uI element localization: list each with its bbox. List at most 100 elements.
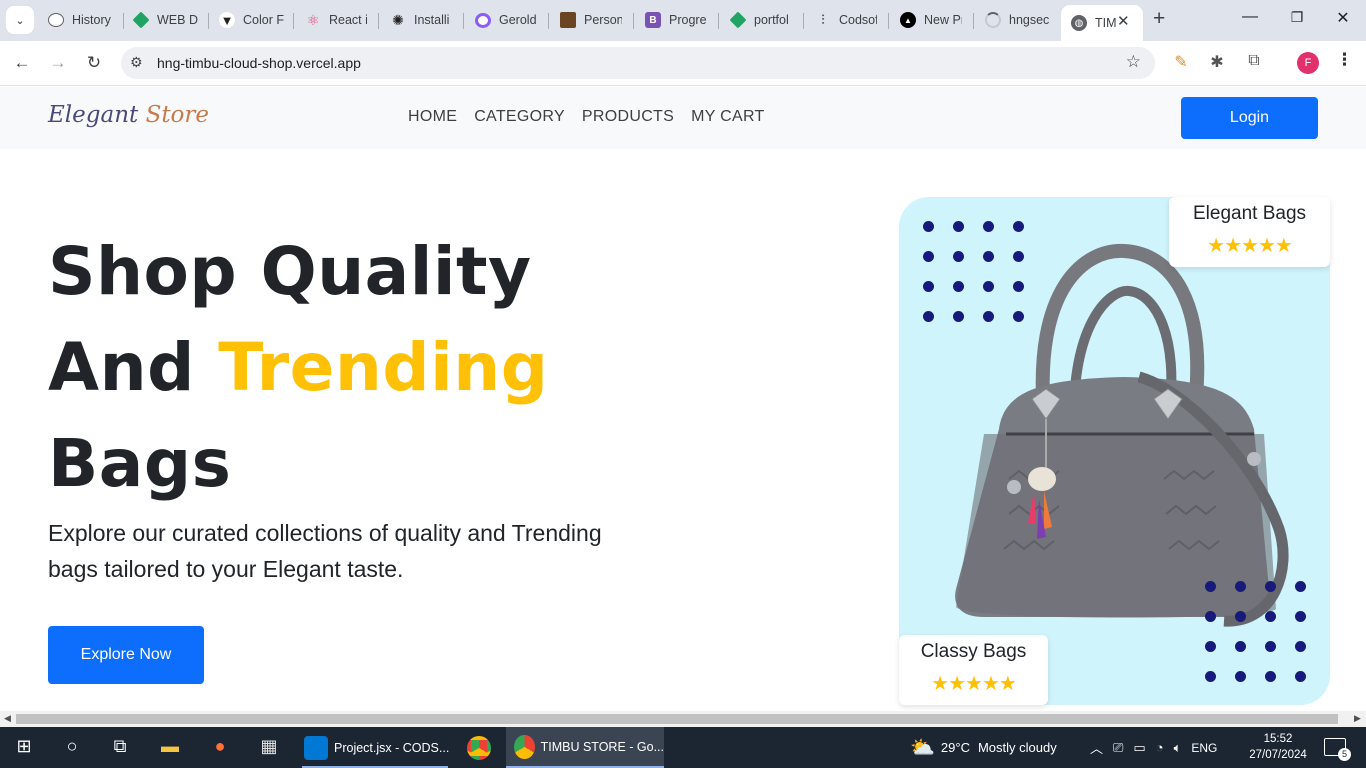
system-tray: ︿ ⎚ ▭ ◔ 🔈︎ ENG xyxy=(1090,727,1217,768)
vscode-icon xyxy=(304,735,328,760)
rating-stars-icon: ★★★★★ xyxy=(1207,235,1293,257)
classy-bags-badge[interactable]: Classy Bags ★★★★★ xyxy=(899,635,1048,705)
browser-tab[interactable]: Gerold xyxy=(475,6,537,34)
new-tab-button[interactable]: + xyxy=(1153,8,1165,29)
nav-my-cart[interactable]: MY CART xyxy=(691,108,765,126)
explore-now-button[interactable]: Explore Now xyxy=(48,626,204,684)
brand-logo[interactable]: Elegant Store xyxy=(48,102,209,128)
taskbar-chrome[interactable] xyxy=(456,727,502,768)
chevron-up-icon[interactable]: ︿ xyxy=(1090,738,1103,757)
taskbar-app-vscode[interactable]: Project.jsx - CODS... xyxy=(300,727,452,768)
volume-icon[interactable]: 🔈︎ xyxy=(1174,740,1182,756)
reload-icon[interactable]: ↻ xyxy=(84,53,104,73)
wifi-icon[interactable]: ◔ xyxy=(1156,740,1164,755)
scroll-right-arrow-icon[interactable]: ▶ xyxy=(1354,713,1361,724)
hero-subtitle: Explore our curated collections of quali… xyxy=(48,520,602,582)
browser-toolbar: ← → ↻ ⚙ hng-timbu-cloud-shop.vercel.app … xyxy=(0,41,1366,86)
bookmark-star-icon[interactable]: ☆ xyxy=(1126,52,1141,72)
battery-icon[interactable]: ▭ xyxy=(1133,740,1145,756)
vercel-icon: ▲ xyxy=(900,12,916,28)
bug-extension-icon[interactable]: ✱ xyxy=(1206,52,1228,72)
nav-home[interactable]: HOME xyxy=(408,108,457,126)
tab-divider xyxy=(888,13,889,29)
tab-divider xyxy=(208,13,209,29)
browser-tab[interactable]: ▲ New Pr xyxy=(900,6,962,34)
browser-tab[interactable]: hngsec xyxy=(985,6,1049,34)
nav-links: HOME CATEGORY PRODUCTS MY CART xyxy=(408,108,765,126)
search-icon[interactable]: ○ xyxy=(60,736,84,757)
pen-extension-icon[interactable]: ✎ xyxy=(1170,52,1192,72)
video-editor-icon[interactable]: ▦ xyxy=(257,736,281,757)
extensions-puzzle-icon[interactable]: ⧉ xyxy=(1243,52,1265,70)
tab-divider xyxy=(123,13,124,29)
tab-divider xyxy=(803,13,804,29)
hero-image-card xyxy=(899,197,1330,705)
weather-widget[interactable]: ⛅ 29°C Mostly cloudy xyxy=(910,727,1057,768)
bootstrap-icon: B xyxy=(645,12,661,28)
color-picker-icon: ▼ xyxy=(219,12,235,28)
browser-tab[interactable]: ⫶ Codsof xyxy=(815,6,877,34)
tab-divider xyxy=(718,13,719,29)
tab-divider xyxy=(973,13,974,29)
tab-search-button[interactable]: ⌄ xyxy=(6,6,34,34)
task-view-icon[interactable]: ⧉ xyxy=(108,736,132,757)
scroll-left-arrow-icon[interactable]: ◀ xyxy=(4,713,11,724)
loading-icon xyxy=(985,12,1001,28)
browser-tab[interactable]: ⚛ React ic xyxy=(305,6,367,34)
browser-tab[interactable]: Persona xyxy=(560,6,622,34)
windows-start-icon[interactable]: ⊞ xyxy=(12,736,36,757)
rating-stars-icon: ★★★★★ xyxy=(931,673,1017,695)
site-info-icon[interactable]: ⚙ xyxy=(130,54,143,71)
address-bar[interactable]: ⚙ hng-timbu-cloud-shop.vercel.app ☆ xyxy=(121,47,1155,79)
nav-products[interactable]: PRODUCTS xyxy=(582,108,674,126)
globe-icon: ◍ xyxy=(1071,15,1087,31)
browser-tab[interactable]: B Progre xyxy=(645,6,707,34)
browser-tab[interactable]: History xyxy=(48,6,114,34)
history-icon xyxy=(48,13,64,27)
restore-window-icon[interactable]: ❐ xyxy=(1287,9,1307,26)
notifications-icon[interactable]: 5 xyxy=(1324,738,1351,761)
browser-tab[interactable]: WEB D xyxy=(133,6,199,34)
react-icon: ⚛ xyxy=(306,11,320,28)
back-icon[interactable]: ← xyxy=(12,53,32,73)
browser-tab[interactable]: ✺ Installi xyxy=(390,6,452,34)
dot-pattern xyxy=(1205,581,1306,682)
nav-category[interactable]: CATEGORY xyxy=(474,108,565,126)
gerold-icon xyxy=(475,12,491,28)
google-drive-icon xyxy=(730,11,747,29)
tab-divider xyxy=(378,13,379,29)
hero-title: Shop Quality And Trending Bags xyxy=(48,233,549,502)
language-indicator[interactable]: ENG xyxy=(1191,741,1217,755)
browser-tab-active[interactable]: ◍ TIM xyxy=(1061,5,1143,41)
url-text[interactable]: hng-timbu-cloud-shop.vercel.app xyxy=(157,55,361,71)
taskbar-app-chrome-timbu[interactable]: TIMBU STORE - Go... xyxy=(506,727,664,768)
cloudy-weather-icon: ⛅ xyxy=(910,737,935,759)
firefox-icon[interactable]: ● xyxy=(208,736,232,757)
meet-now-icon[interactable]: ⎚ xyxy=(1113,740,1123,756)
chrome-icon xyxy=(467,735,491,760)
portrait-icon xyxy=(560,12,576,28)
browser-tab[interactable]: ▼ Color F xyxy=(219,6,285,34)
close-tab-icon[interactable]: ✕ xyxy=(1117,12,1130,30)
browser-menu-icon[interactable]: ⋮ xyxy=(1336,50,1353,70)
site-navbar: Elegant Store HOME CATEGORY PRODUCTS MY … xyxy=(0,87,1366,149)
close-window-icon[interactable]: ✕ xyxy=(1333,8,1353,28)
sliders-icon: ⫶ xyxy=(821,12,825,27)
elegant-bags-badge[interactable]: Elegant Bags ★★★★★ xyxy=(1169,197,1330,267)
forward-icon[interactable]: → xyxy=(48,53,68,73)
minimize-window-icon[interactable]: — xyxy=(1240,8,1260,26)
file-explorer-icon[interactable]: ▬ xyxy=(158,736,182,757)
openai-icon: ✺ xyxy=(392,11,404,28)
browser-tab[interactable]: portfol xyxy=(730,6,792,34)
windows-taskbar: ⊞ ○ ⧉ ▬ ● ▦ Project.jsx - CODS... TIMBU … xyxy=(0,727,1366,768)
profile-avatar[interactable]: F xyxy=(1297,52,1319,74)
horizontal-scrollbar[interactable]: ◀ ▶ xyxy=(0,711,1366,727)
system-clock[interactable]: 15:52 27/07/2024 xyxy=(1246,731,1310,763)
scrollbar-thumb[interactable] xyxy=(16,714,1338,724)
tab-divider xyxy=(548,13,549,29)
chevron-down-icon: ⌄ xyxy=(15,14,25,27)
login-button[interactable]: Login xyxy=(1181,97,1318,139)
browser-tab-strip: ⌄ History WEB D ▼ Color F ⚛ React ic ✺ I… xyxy=(0,0,1366,41)
handbag-image xyxy=(955,243,1289,627)
google-drive-icon xyxy=(133,11,150,29)
